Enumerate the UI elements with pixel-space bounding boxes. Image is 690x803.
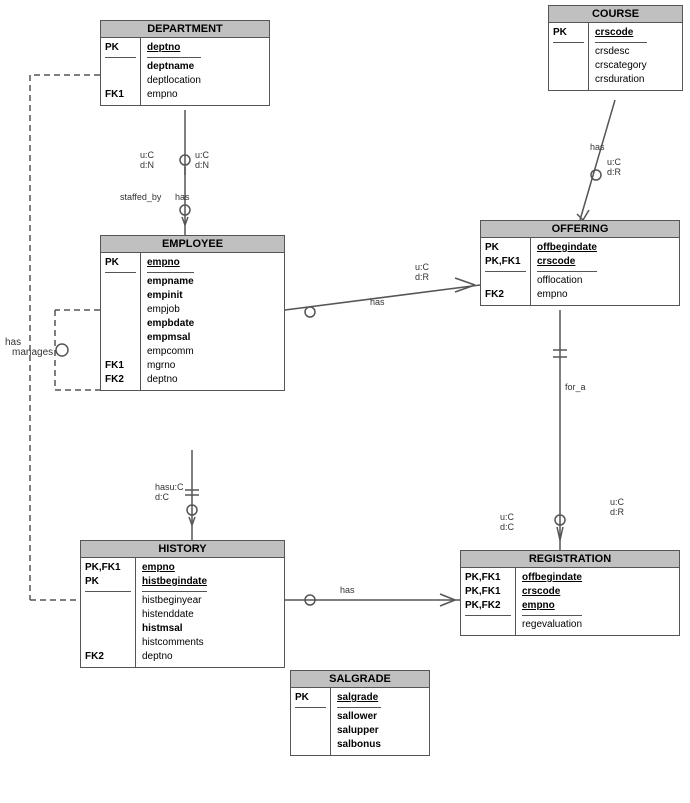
entity-history-header: HISTORY — [81, 541, 284, 558]
svg-text:u:C: u:C — [610, 497, 625, 507]
emp-empinit: empinit — [147, 289, 194, 303]
svg-text:d:R: d:R — [610, 507, 625, 517]
svg-text:has: has — [340, 585, 355, 595]
entity-registration: REGISTRATION PK,FK1 PK,FK1 PK,FK2 offbeg… — [460, 550, 680, 636]
hist-empno: empno — [142, 561, 207, 575]
hist-histenddate: histenddate — [142, 608, 207, 622]
hist-histmsal: histmsal — [142, 622, 207, 636]
entity-department: DEPARTMENT PK FK1 deptno deptname deptlo… — [100, 20, 270, 106]
svg-text:d:R: d:R — [415, 272, 430, 282]
hist-histbegindate: histbegindate — [142, 575, 207, 589]
dept-deptno: deptno — [147, 41, 201, 55]
svg-text:u:C: u:C — [500, 512, 515, 522]
svg-text:u:C: u:C — [607, 157, 622, 167]
entity-offering: OFFERING PK PK,FK1 FK2 offbegindate crsc… — [480, 220, 680, 306]
dept-pk-label: PK — [105, 41, 136, 55]
sal-salgrade: salgrade — [337, 691, 381, 705]
course-crsduration: crsduration — [595, 73, 647, 87]
course-crscode: crscode — [595, 26, 647, 40]
emp-empjob: empjob — [147, 303, 194, 317]
svg-text:d:C: d:C — [155, 492, 170, 502]
svg-text:has: has — [370, 297, 385, 307]
entity-department-header: DEPARTMENT — [101, 21, 269, 38]
svg-text:u:C: u:C — [415, 262, 430, 272]
hist-pk: PK — [85, 575, 131, 589]
sal-pk: PK — [295, 691, 326, 705]
emp-empno: empno — [147, 256, 194, 270]
reg-offbegindate: offbegindate — [522, 571, 582, 585]
erd-diagram: has manages — [0, 0, 690, 803]
sal-salbonus: salbonus — [337, 738, 381, 752]
svg-text:u:C: u:C — [195, 150, 210, 160]
hist-histcomments: histcomments — [142, 636, 207, 650]
hist-pk-fk1: PK,FK1 — [85, 561, 131, 575]
emp-fk1: FK1 — [105, 359, 136, 373]
course-pk-label: PK — [553, 26, 584, 40]
emp-empname: empname — [147, 275, 194, 289]
svg-text:d:R: d:R — [607, 167, 622, 177]
off-pk-fk1: PK,FK1 — [485, 255, 526, 269]
reg-pk-fk1-2: PK,FK1 — [465, 585, 511, 599]
hist-deptno: deptno — [142, 650, 207, 664]
dept-deptname: deptname — [147, 60, 201, 74]
off-empno: empno — [537, 288, 597, 302]
reg-empno: empno — [522, 599, 582, 613]
emp-deptno: deptno — [147, 373, 194, 387]
emp-fk2: FK2 — [105, 373, 136, 387]
off-fk2: FK2 — [485, 288, 526, 302]
emp-pk-label: PK — [105, 256, 136, 270]
off-offbegindate: offbegindate — [537, 241, 597, 255]
dept-fk1: FK1 — [105, 88, 136, 102]
entity-employee-header: EMPLOYEE — [101, 236, 284, 253]
svg-text:manages: manages — [12, 347, 53, 358]
entity-course: COURSE PK crscode crsdesc crscategory cr… — [548, 5, 683, 91]
svg-text:d:N: d:N — [195, 160, 209, 170]
entity-registration-header: REGISTRATION — [461, 551, 679, 568]
entity-salgrade-header: SALGRADE — [291, 671, 429, 688]
svg-text:u:C: u:C — [140, 150, 155, 160]
dept-fk1-label — [105, 60, 136, 74]
reg-pk-fk2: PK,FK2 — [465, 599, 511, 613]
course-crsdesc: crsdesc — [595, 45, 647, 59]
off-pk1: PK — [485, 241, 526, 255]
svg-text:d:C: d:C — [500, 522, 515, 532]
entity-employee: EMPLOYEE PK FK1 FK2 empno empname empini… — [100, 235, 285, 391]
emp-empmsal: empmsal — [147, 331, 194, 345]
reg-crscode: crscode — [522, 585, 582, 599]
entity-history: HISTORY PK,FK1 PK FK2 empno histbegindat… — [80, 540, 285, 668]
off-offlocation: offlocation — [537, 274, 597, 288]
svg-text:hasu:C: hasu:C — [155, 482, 184, 492]
svg-text:d:N: d:N — [140, 160, 154, 170]
course-crscategory: crscategory — [595, 59, 647, 73]
entity-offering-header: OFFERING — [481, 221, 679, 238]
svg-text:has: has — [5, 337, 21, 348]
hist-histbeginyear: histbeginyear — [142, 594, 207, 608]
entity-salgrade: SALGRADE PK salgrade sallower salupper s… — [290, 670, 430, 756]
reg-regevaluation: regevaluation — [522, 618, 582, 632]
emp-empcomm: empcomm — [147, 345, 194, 359]
svg-text:staffed_by: staffed_by — [120, 192, 162, 202]
entity-course-header: COURSE — [549, 6, 682, 23]
dept-empno: empno — [147, 88, 201, 102]
hist-fk2: FK2 — [85, 650, 131, 664]
svg-text:for_a: for_a — [565, 382, 586, 392]
sal-sallower: sallower — [337, 710, 381, 724]
sal-salupper: salupper — [337, 724, 381, 738]
emp-empbdate: empbdate — [147, 317, 194, 331]
dept-deptlocation: deptlocation — [147, 74, 201, 88]
emp-mgrno: mgrno — [147, 359, 194, 373]
off-crscode: crscode — [537, 255, 597, 269]
svg-text:has: has — [175, 192, 190, 202]
svg-text:has: has — [590, 142, 605, 152]
reg-pk-fk1-1: PK,FK1 — [465, 571, 511, 585]
